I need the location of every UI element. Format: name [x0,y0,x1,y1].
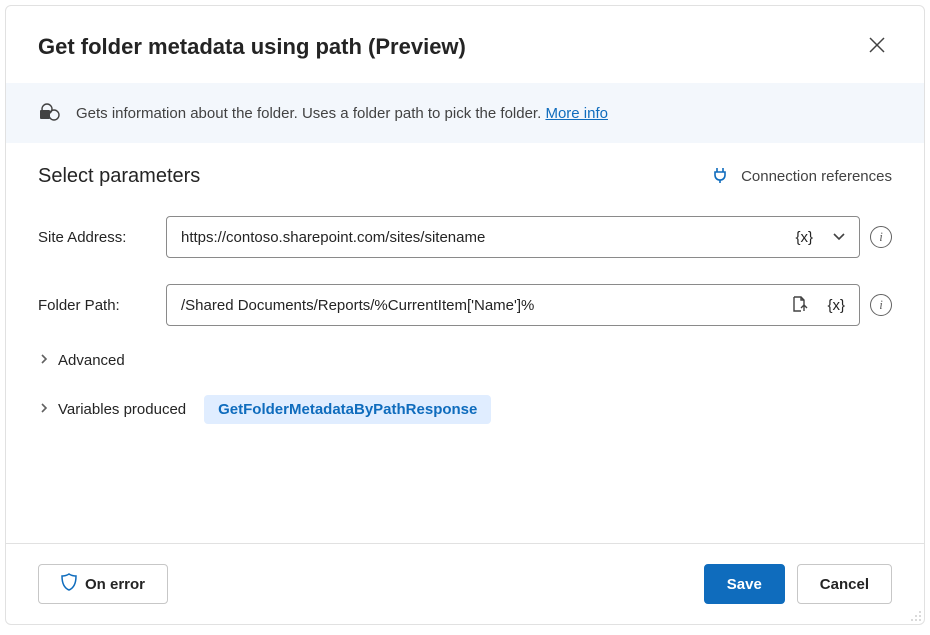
close-icon [868,36,886,57]
variables-expander[interactable]: Variables produced GetFolderMetadataByPa… [38,395,892,424]
connection-references-label: Connection references [741,168,892,185]
resize-handle[interactable] [908,608,922,622]
chevron-right-icon [38,353,50,368]
plug-icon [711,166,729,188]
dialog-footer: On error Save Cancel [6,543,924,624]
on-error-button[interactable]: On error [38,564,168,604]
site-address-info-button[interactable]: i [870,226,892,248]
footer-left: On error [38,564,168,604]
site-address-actions: {x} [789,224,851,251]
variable-chip[interactable]: GetFolderMetadataByPathResponse [204,395,491,424]
sharepoint-icon: S [38,101,62,125]
info-banner: S Gets information about the folder. Use… [6,83,924,143]
connection-references-button[interactable]: Connection references [711,166,892,188]
dialog-header: Get folder metadata using path (Preview) [6,6,924,83]
site-address-input-wrap: {x} i [166,216,892,258]
more-info-link[interactable]: More info [545,105,608,122]
folder-path-label: Folder Path: [38,297,166,314]
dialog-content: Select parameters Connection references … [6,143,924,543]
site-address-token-button[interactable]: {x} [789,227,819,248]
parameters-header: Select parameters Connection references [38,165,892,188]
save-label: Save [727,576,762,593]
close-button[interactable] [862,30,892,63]
on-error-label: On error [85,576,145,593]
info-icon: i [879,229,883,245]
site-address-input[interactable]: {x} [166,216,860,258]
folder-path-browse-button[interactable] [787,291,813,320]
site-address-row: Site Address: {x} [38,216,892,258]
svg-text:S: S [43,110,48,119]
cancel-label: Cancel [820,576,869,593]
dialog-title: Get folder metadata using path (Preview) [38,34,466,60]
dialog: Get folder metadata using path (Preview)… [5,5,925,625]
chevron-right-icon [38,402,50,417]
folder-path-input[interactable]: {x} [166,284,860,326]
cancel-button[interactable]: Cancel [797,564,892,604]
chevron-down-icon [831,228,847,247]
parameters-title: Select parameters [38,165,200,188]
shield-icon [61,573,77,595]
file-picker-icon [791,295,809,316]
folder-path-info-button[interactable]: i [870,294,892,316]
info-icon: i [879,297,883,313]
save-button[interactable]: Save [704,564,785,604]
folder-path-input-wrap: {x} i [166,284,892,326]
advanced-label: Advanced [58,352,125,369]
info-banner-text: Gets information about the folder. Uses … [76,105,608,122]
site-address-label: Site Address: [38,229,166,246]
folder-path-token-button[interactable]: {x} [821,295,851,316]
footer-right: Save Cancel [704,564,892,604]
site-address-dropdown-button[interactable] [827,224,851,251]
site-address-field[interactable] [181,229,789,246]
folder-path-actions: {x} [787,291,851,320]
folder-path-row: Folder Path: {x} [38,284,892,326]
info-banner-description: Gets information about the folder. Uses … [76,105,545,122]
folder-path-field[interactable] [181,297,787,314]
advanced-expander[interactable]: Advanced [38,352,892,369]
variables-label: Variables produced [58,401,186,418]
